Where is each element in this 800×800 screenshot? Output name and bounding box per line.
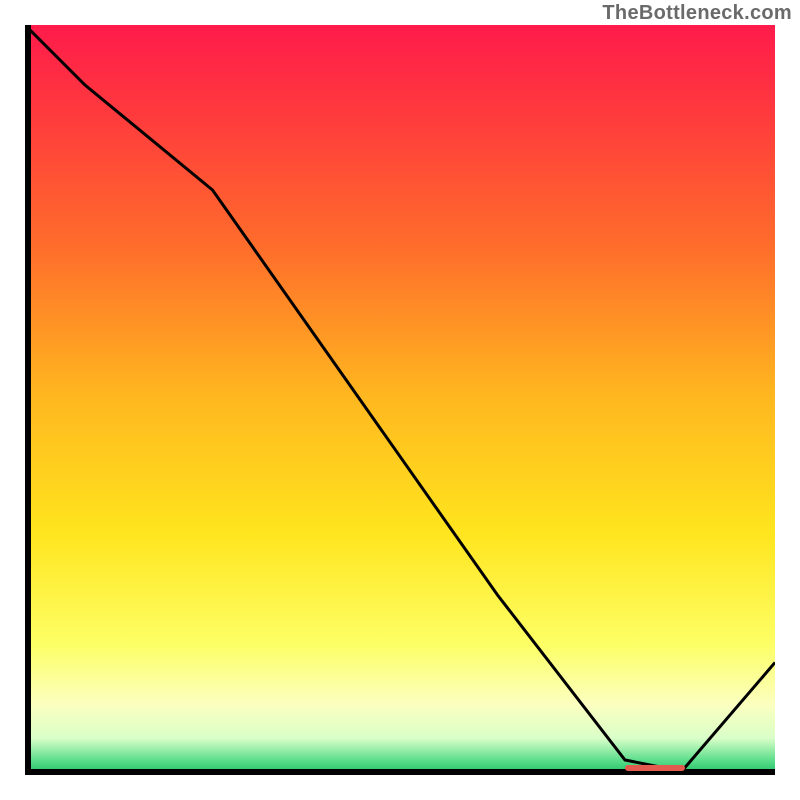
optimum-marker [625, 765, 685, 771]
chart-svg [25, 25, 775, 775]
viewport: TheBottleneck.com [0, 0, 800, 800]
gradient-fill [28, 25, 775, 772]
attribution-text: TheBottleneck.com [602, 2, 792, 25]
plot-area [25, 25, 775, 775]
